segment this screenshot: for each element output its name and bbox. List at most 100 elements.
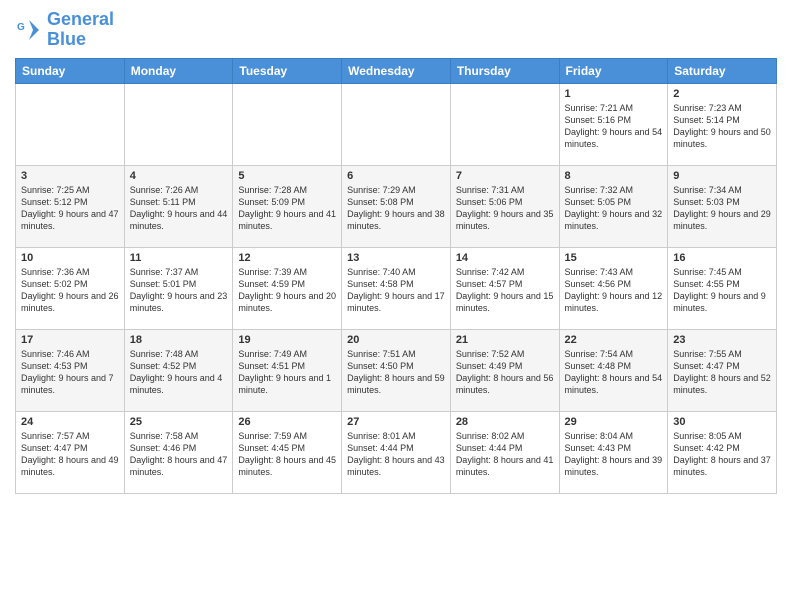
- day-number: 29: [565, 416, 663, 428]
- day-info: Sunrise: 7:31 AM Sunset: 5:06 PM Dayligh…: [456, 184, 554, 233]
- day-info: Sunrise: 7:46 AM Sunset: 4:53 PM Dayligh…: [21, 348, 119, 397]
- calendar-cell-w3d0: 17 Sunrise: 7:46 AM Sunset: 4:53 PM Dayli…: [16, 329, 125, 411]
- day-info: Sunrise: 7:45 AM Sunset: 4:55 PM Dayligh…: [673, 266, 771, 315]
- day-number: 19: [238, 334, 336, 346]
- calendar-cell-w0d3: [342, 83, 451, 165]
- calendar-cell-w1d4: 7 Sunrise: 7:31 AM Sunset: 5:06 PM Daylig…: [450, 165, 559, 247]
- day-number: 6: [347, 170, 445, 182]
- day-info: Sunrise: 7:32 AM Sunset: 5:05 PM Dayligh…: [565, 184, 663, 233]
- calendar-cell-w2d6: 16 Sunrise: 7:45 AM Sunset: 4:55 PM Dayli…: [668, 247, 777, 329]
- weekday-header-thursday: Thursday: [450, 58, 559, 83]
- day-number: 22: [565, 334, 663, 346]
- logo-text: General Blue: [47, 10, 114, 50]
- calendar-cell-w2d0: 10Sunrise: 7:36 AM Sunset: 5:02 PM Dayli…: [16, 247, 125, 329]
- calendar-cell-w3d1: 18Sunrise: 7:48 AM Sunset: 4:52 PM Dayli…: [124, 329, 233, 411]
- day-info: Sunrise: 8:02 AM Sunset: 4:44 PM Dayligh…: [456, 430, 554, 479]
- calendar-cell-w0d2: [233, 83, 342, 165]
- calendar-cell-w1d2: 5 Sunrise: 7:28 AM Sunset: 5:09 PM Daylig…: [233, 165, 342, 247]
- calendar-cell-w4d2: 26 Sunrise: 7:59 AM Sunset: 4:45 PM Dayli…: [233, 411, 342, 493]
- weekday-header-sunday: Sunday: [16, 58, 125, 83]
- calendar-cell-w0d4: [450, 83, 559, 165]
- calendar-cell-w4d4: 28 Sunrise: 8:02 AM Sunset: 4:44 PM Dayli…: [450, 411, 559, 493]
- day-info: Sunrise: 7:36 AM Sunset: 5:02 PM Dayligh…: [21, 266, 119, 315]
- svg-text:G: G: [17, 22, 25, 33]
- calendar-cell-w0d1: [124, 83, 233, 165]
- day-info: Sunrise: 7:49 AM Sunset: 4:51 PM Dayligh…: [238, 348, 336, 397]
- day-info: Sunrise: 7:52 AM Sunset: 4:49 PM Dayligh…: [456, 348, 554, 397]
- day-number: 2: [673, 88, 771, 100]
- day-number: 4: [130, 170, 228, 182]
- day-info: Sunrise: 7:26 AM Sunset: 5:11 PM Dayligh…: [130, 184, 228, 233]
- calendar-cell-w1d5: 8 Sunrise: 7:32 AM Sunset: 5:05 PM Daylig…: [559, 165, 668, 247]
- page-header: G General Blue: [15, 10, 777, 50]
- day-number: 26: [238, 416, 336, 428]
- day-number: 11: [130, 252, 228, 264]
- day-info: Sunrise: 7:23 AM Sunset: 5:14 PM Dayligh…: [673, 102, 771, 151]
- calendar-cell-w0d6: 2 Sunrise: 7:23 AM Sunset: 5:14 PM Daylig…: [668, 83, 777, 165]
- weekday-header-tuesday: Tuesday: [233, 58, 342, 83]
- day-number: 27: [347, 416, 445, 428]
- day-number: 25: [130, 416, 228, 428]
- day-number: 8: [565, 170, 663, 182]
- day-info: Sunrise: 7:29 AM Sunset: 5:08 PM Dayligh…: [347, 184, 445, 233]
- calendar-cell-w4d5: 29Sunrise: 8:04 AM Sunset: 4:43 PM Dayli…: [559, 411, 668, 493]
- calendar-cell-w3d3: 20 Sunrise: 7:51 AM Sunset: 4:50 PM Dayli…: [342, 329, 451, 411]
- day-number: 13: [347, 252, 445, 264]
- calendar-cell-w2d5: 15 Sunrise: 7:43 AM Sunset: 4:56 PM Dayli…: [559, 247, 668, 329]
- day-info: Sunrise: 8:05 AM Sunset: 4:42 PM Dayligh…: [673, 430, 771, 479]
- calendar-cell-w3d4: 21Sunrise: 7:52 AM Sunset: 4:49 PM Dayli…: [450, 329, 559, 411]
- calendar-cell-w4d1: 25 Sunrise: 7:58 AM Sunset: 4:46 PM Dayli…: [124, 411, 233, 493]
- day-info: Sunrise: 7:40 AM Sunset: 4:58 PM Dayligh…: [347, 266, 445, 315]
- day-number: 28: [456, 416, 554, 428]
- calendar-cell-w2d3: 13 Sunrise: 7:40 AM Sunset: 4:58 PM Dayli…: [342, 247, 451, 329]
- day-number: 20: [347, 334, 445, 346]
- day-number: 5: [238, 170, 336, 182]
- day-info: Sunrise: 7:59 AM Sunset: 4:45 PM Dayligh…: [238, 430, 336, 479]
- day-number: 17: [21, 334, 119, 346]
- day-info: Sunrise: 8:01 AM Sunset: 4:44 PM Dayligh…: [347, 430, 445, 479]
- day-number: 9: [673, 170, 771, 182]
- day-number: 15: [565, 252, 663, 264]
- day-number: 30: [673, 416, 771, 428]
- calendar-cell-w2d2: 12 Sunrise: 7:39 AM Sunset: 4:59 PM Dayli…: [233, 247, 342, 329]
- calendar-cell-w0d0: [16, 83, 125, 165]
- day-info: Sunrise: 7:57 AM Sunset: 4:47 PM Dayligh…: [21, 430, 119, 479]
- calendar-cell-w4d0: 24 Sunrise: 7:57 AM Sunset: 4:47 PM Dayli…: [16, 411, 125, 493]
- day-info: Sunrise: 7:42 AM Sunset: 4:57 PM Dayligh…: [456, 266, 554, 315]
- weekday-header-monday: Monday: [124, 58, 233, 83]
- day-info: Sunrise: 7:25 AM Sunset: 5:12 PM Dayligh…: [21, 184, 119, 233]
- day-number: 3: [21, 170, 119, 182]
- day-number: 7: [456, 170, 554, 182]
- day-info: Sunrise: 7:28 AM Sunset: 5:09 PM Dayligh…: [238, 184, 336, 233]
- calendar-cell-w4d6: 30 Sunrise: 8:05 AM Sunset: 4:42 PM Dayli…: [668, 411, 777, 493]
- calendar-cell-w2d1: 11 Sunrise: 7:37 AM Sunset: 5:01 PM Dayli…: [124, 247, 233, 329]
- day-info: Sunrise: 7:48 AM Sunset: 4:52 PM Dayligh…: [130, 348, 228, 397]
- calendar-cell-w3d5: 22 Sunrise: 7:54 AM Sunset: 4:48 PM Dayli…: [559, 329, 668, 411]
- day-info: Sunrise: 7:51 AM Sunset: 4:50 PM Dayligh…: [347, 348, 445, 397]
- day-number: 12: [238, 252, 336, 264]
- weekday-header-saturday: Saturday: [668, 58, 777, 83]
- day-number: 14: [456, 252, 554, 264]
- calendar-cell-w1d1: 4 Sunrise: 7:26 AM Sunset: 5:11 PM Daylig…: [124, 165, 233, 247]
- calendar-cell-w1d0: 3 Sunrise: 7:25 AM Sunset: 5:12 PM Daylig…: [16, 165, 125, 247]
- weekday-header-friday: Friday: [559, 58, 668, 83]
- calendar-cell-w3d6: 23 Sunrise: 7:55 AM Sunset: 4:47 PM Dayli…: [668, 329, 777, 411]
- weekday-header-wednesday: Wednesday: [342, 58, 451, 83]
- logo: G General Blue: [15, 10, 114, 50]
- day-info: Sunrise: 7:34 AM Sunset: 5:03 PM Dayligh…: [673, 184, 771, 233]
- day-info: Sunrise: 7:58 AM Sunset: 4:46 PM Dayligh…: [130, 430, 228, 479]
- day-number: 16: [673, 252, 771, 264]
- day-info: Sunrise: 7:43 AM Sunset: 4:56 PM Dayligh…: [565, 266, 663, 315]
- day-info: Sunrise: 7:37 AM Sunset: 5:01 PM Dayligh…: [130, 266, 228, 315]
- calendar-cell-w1d3: 6 Sunrise: 7:29 AM Sunset: 5:08 PM Daylig…: [342, 165, 451, 247]
- calendar-cell-w0d5: 1Sunrise: 7:21 AM Sunset: 5:16 PM Daylig…: [559, 83, 668, 165]
- day-number: 1: [565, 88, 663, 100]
- calendar-cell-w1d6: 9 Sunrise: 7:34 AM Sunset: 5:03 PM Daylig…: [668, 165, 777, 247]
- day-info: Sunrise: 7:39 AM Sunset: 4:59 PM Dayligh…: [238, 266, 336, 315]
- day-info: Sunrise: 7:54 AM Sunset: 4:48 PM Dayligh…: [565, 348, 663, 397]
- day-number: 24: [21, 416, 119, 428]
- day-info: Sunrise: 7:55 AM Sunset: 4:47 PM Dayligh…: [673, 348, 771, 397]
- logo-icon: G: [15, 16, 43, 44]
- day-number: 23: [673, 334, 771, 346]
- calendar-cell-w3d2: 19 Sunrise: 7:49 AM Sunset: 4:51 PM Dayli…: [233, 329, 342, 411]
